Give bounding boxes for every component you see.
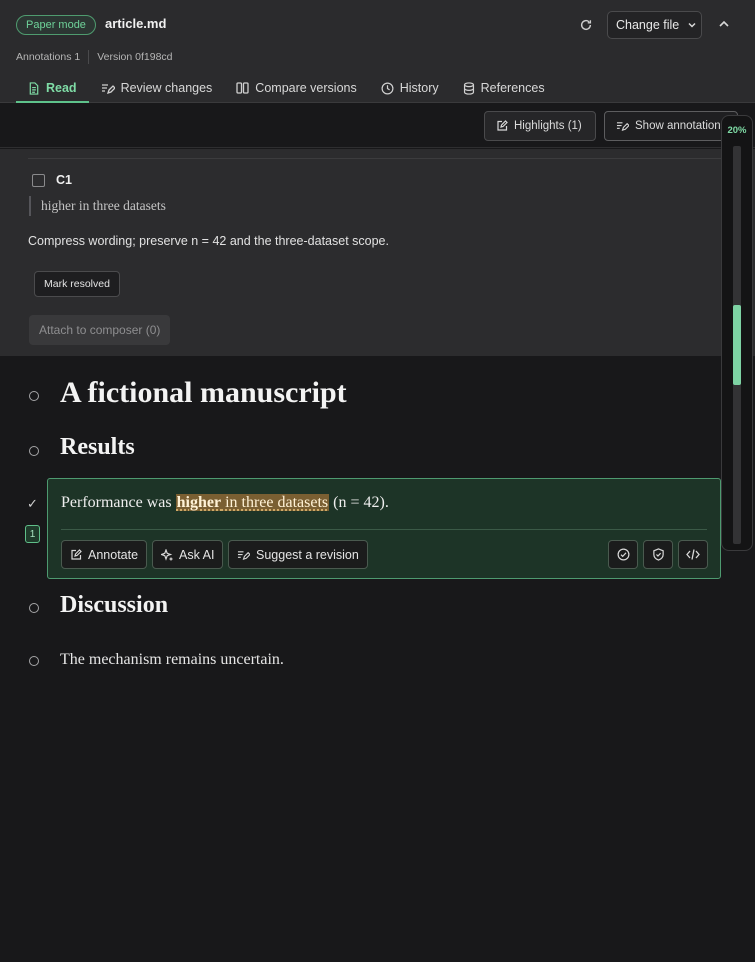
annotation-quote: higher in three datasets <box>29 196 166 216</box>
tab-label: References <box>480 81 545 95</box>
annotation-id: C1 <box>56 173 72 187</box>
results-paragraph[interactable]: Performance was higher in three datasets… <box>61 494 389 512</box>
reader-toolbar: Highlights (1) Show annotations <box>0 104 755 148</box>
version-label: Version 0f198cd <box>97 51 173 63</box>
mark-done-button[interactable] <box>608 540 638 569</box>
tab-label: Compare versions <box>255 81 357 95</box>
tab-label: History <box>399 81 439 95</box>
shield-check-icon <box>652 548 665 561</box>
annotation-checkbox[interactable] <box>32 174 45 187</box>
para-text: Performance was <box>61 494 176 511</box>
annotation-note: Compress wording; preserve n = 42 and th… <box>28 234 389 248</box>
edit-lines-icon <box>101 82 115 95</box>
columns-icon <box>236 82 249 94</box>
chevron-up-icon <box>718 18 730 30</box>
document-title: A fictional manuscript <box>60 376 347 409</box>
change-file-button[interactable]: Change file <box>607 11 702 39</box>
tab-label: Read <box>46 81 77 95</box>
block-bullet[interactable] <box>29 656 39 666</box>
code-icon <box>686 548 700 561</box>
discussion-heading: Discussion <box>60 592 169 618</box>
view-tabs: Read Review changes Compare versions His… <box>16 74 557 103</box>
selected-check-icon: ✓ <box>27 496 38 511</box>
mode-badge: Paper mode <box>16 15 96 35</box>
discussion-paragraph[interactable]: The mechanism remains uncertain. <box>60 651 284 669</box>
divider <box>61 529 707 530</box>
divider <box>28 158 728 159</box>
tab-read[interactable]: Read <box>16 74 89 103</box>
ask-ai-label: Ask AI <box>179 547 215 562</box>
check-circle-icon <box>617 548 630 561</box>
show-annotations-label: Show annotations <box>635 120 727 132</box>
tab-references[interactable]: References <box>451 74 557 102</box>
view-source-button[interactable] <box>678 540 708 569</box>
clock-icon <box>381 82 394 95</box>
annotate-label: Annotate <box>88 547 139 562</box>
edit-lines-icon <box>237 549 250 561</box>
suggest-revision-button[interactable]: Suggest a revision <box>228 540 368 569</box>
block-bullet[interactable] <box>29 603 39 613</box>
annotate-button[interactable]: Annotate <box>61 540 148 569</box>
ask-ai-button[interactable]: Ask AI <box>152 540 224 569</box>
selected-paragraph-block: Performance was higher in three datasets… <box>47 478 721 579</box>
file-meta: Annotations 1 Version 0f198cd <box>16 50 173 64</box>
chevron-down-icon <box>687 20 697 30</box>
progress-percent: 20% <box>727 125 747 136</box>
attach-to-composer-button[interactable]: Attach to composer (0) <box>29 315 171 345</box>
tab-history[interactable]: History <box>369 74 451 102</box>
verify-button[interactable] <box>643 540 673 569</box>
highlight-text: in three datasets <box>221 494 329 511</box>
highlight-bold-text: higher <box>176 494 222 511</box>
collapse-header-button[interactable] <box>714 14 734 34</box>
highlights-button[interactable]: Highlights (1) <box>484 111 596 141</box>
edit-square-icon <box>496 120 508 132</box>
block-bullet[interactable] <box>29 391 39 401</box>
block-bullet[interactable] <box>29 446 39 456</box>
refresh-icon <box>579 18 593 32</box>
file-name: article.md <box>105 16 167 31</box>
tab-compare-versions[interactable]: Compare versions <box>224 74 368 102</box>
database-icon <box>463 81 475 95</box>
meta-divider <box>88 50 90 64</box>
refresh-button[interactable] <box>576 15 596 35</box>
highlights-label: Highlights (1) <box>514 120 582 132</box>
reading-progress-rail[interactable]: 20% <box>721 115 753 551</box>
edit-square-icon <box>70 548 82 561</box>
document-icon <box>28 81 40 95</box>
annotation-count-badge[interactable]: 1 <box>25 525 40 543</box>
suggest-revision-label: Suggest a revision <box>256 547 359 562</box>
text-highlight[interactable]: higher in three datasets <box>175 494 330 511</box>
annotation-card: C1 higher in three datasets Compress wor… <box>0 149 755 356</box>
edit-lines-icon <box>616 120 629 132</box>
app-header: Paper mode article.md Change file Annota… <box>0 0 755 103</box>
show-annotations-button[interactable]: Show annotations <box>604 111 738 141</box>
tab-label: Review changes <box>120 81 213 95</box>
sparkle-icon <box>161 548 173 561</box>
progress-viewport-indicator[interactable] <box>733 305 741 385</box>
para-text: (n = 42). <box>329 494 389 511</box>
progress-track[interactable] <box>733 146 741 544</box>
mark-resolved-button[interactable]: Mark resolved <box>34 271 120 297</box>
change-file-label: Change file <box>616 18 680 32</box>
results-heading: Results <box>60 434 135 460</box>
annotations-count: Annotations 1 <box>16 51 81 63</box>
tab-review-changes[interactable]: Review changes <box>89 74 225 102</box>
